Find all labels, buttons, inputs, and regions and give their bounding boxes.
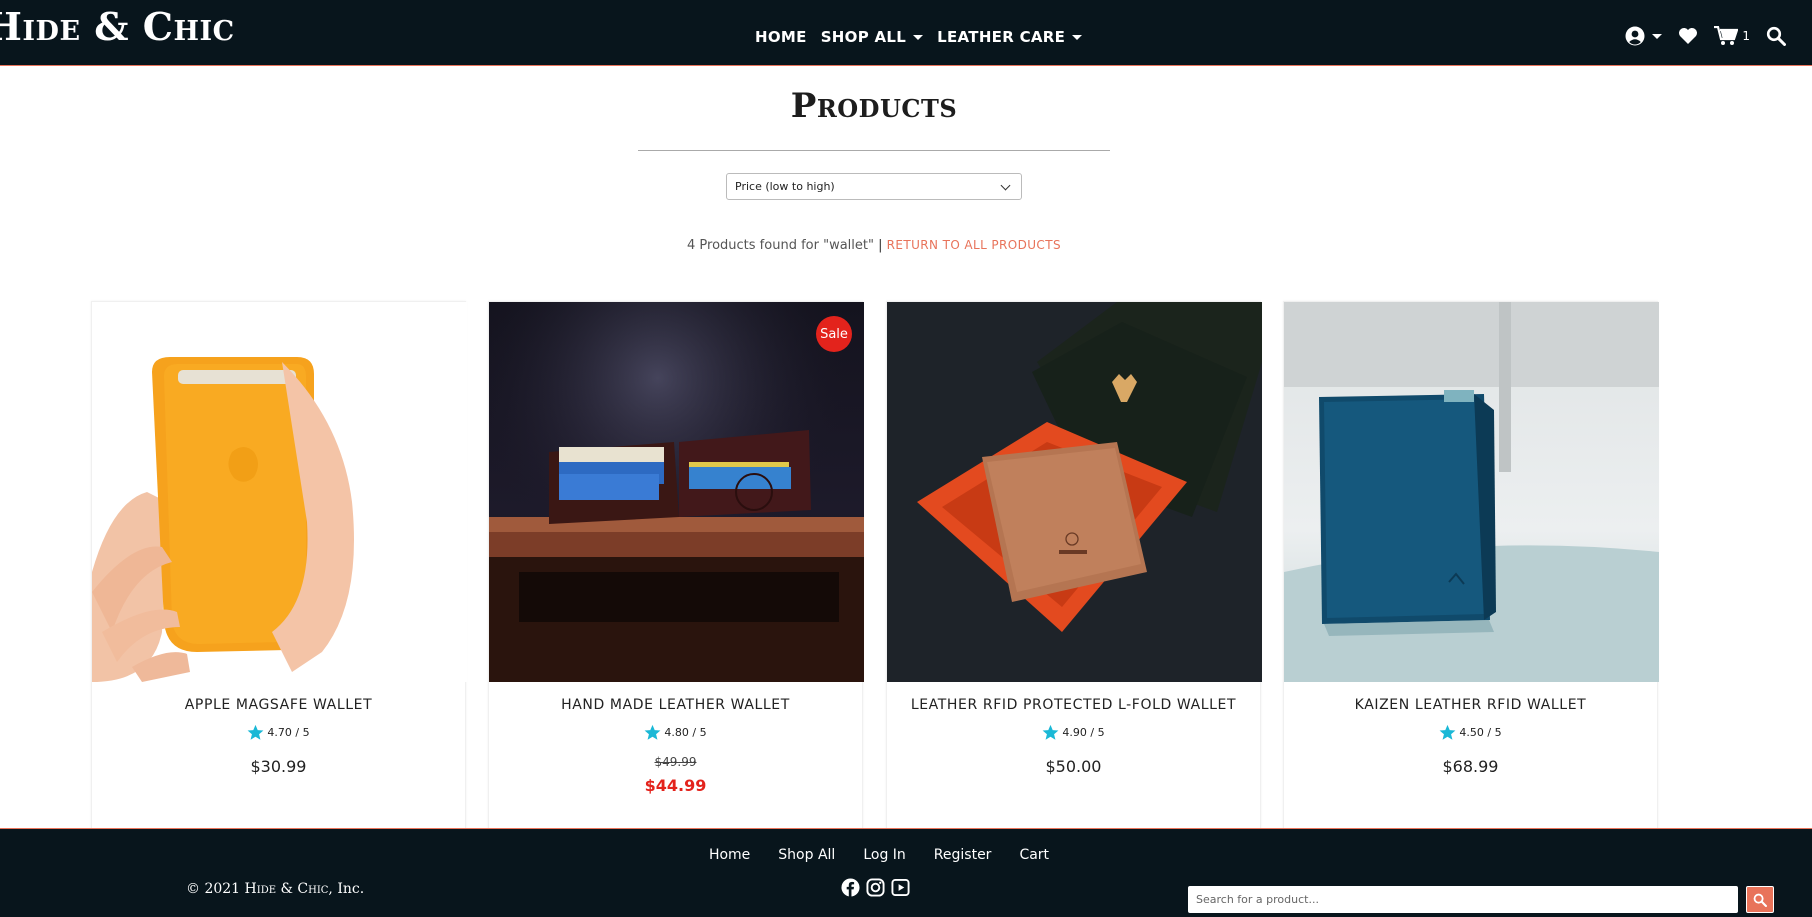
product-image-apple-magsafe-wallet[interactable] (92, 302, 467, 682)
cart-count: 1 (1742, 29, 1750, 43)
nav-shop-all-dropdown[interactable]: SHOP ALL (820, 28, 924, 46)
account-dropdown[interactable] (1625, 26, 1663, 46)
product-rating: 4.50 / 5 (1284, 724, 1657, 741)
product-rating: 4.80 / 5 (489, 724, 862, 741)
search-icon (1766, 26, 1786, 46)
product-price: $68.99 (1442, 757, 1499, 776)
product-card[interactable]: KAIZEN LEATHER RFID WALLET 4.50 / 5 $68.… (1283, 301, 1659, 829)
product-sale-price: $44.99 (644, 776, 707, 795)
product-image-leather-rfid-l-fold-wallet[interactable] (887, 302, 1262, 682)
star-icon (1042, 724, 1059, 740)
nav-leather-care-dropdown[interactable]: LEATHER CARE (937, 28, 1083, 46)
footer-nav: Home Shop All Log In Register Cart (0, 847, 1812, 863)
title-divider (638, 150, 1110, 151)
footer-link-home[interactable]: Home (709, 847, 750, 863)
product-name[interactable]: HAND MADE LEATHER WALLET (489, 697, 862, 713)
product-image-hand-made-leather-wallet[interactable]: Sale (489, 302, 864, 682)
product-card[interactable]: APPLE MAGSAFE WALLET 4.70 / 5 $30.99 (91, 301, 467, 829)
product-image-kaizen-leather-rfid-wallet[interactable] (1284, 302, 1659, 682)
star-icon (1439, 724, 1456, 740)
heart-icon (1679, 28, 1698, 44)
caret-down-icon (1652, 33, 1663, 39)
product-rating-value: 4.50 / 5 (1459, 726, 1502, 739)
social-links (841, 878, 910, 897)
facebook-icon[interactable] (841, 878, 860, 897)
product-name[interactable]: APPLE MAGSAFE WALLET (92, 697, 465, 713)
results-summary: 4 Products found for "wallet" | RETURN T… (0, 238, 1748, 253)
copyright-brand: Hide & Chic (244, 881, 329, 897)
results-separator: | (878, 238, 883, 253)
copyright-prefix: © 2021 (186, 881, 241, 897)
instagram-icon[interactable] (866, 878, 885, 897)
sort-selected-value: Price (low to high) (735, 180, 835, 193)
search-icon (1753, 893, 1767, 907)
star-icon (644, 724, 661, 740)
search-button[interactable] (1766, 26, 1786, 46)
product-rating-value: 4.80 / 5 (664, 726, 707, 739)
footer-link-register[interactable]: Register (934, 847, 992, 863)
nav-shop-all-label: SHOP ALL (820, 28, 907, 46)
product-name[interactable]: LEATHER RFID PROTECTED L-FOLD WALLET (887, 697, 1260, 713)
nav-leather-care-label: LEATHER CARE (937, 28, 1066, 46)
product-rating: 4.70 / 5 (92, 724, 465, 741)
wishlist-button[interactable] (1678, 27, 1698, 45)
nav-home[interactable]: HOME (755, 28, 807, 46)
product-rating-value: 4.70 / 5 (267, 726, 310, 739)
results-count-text: 4 Products found for "wallet" (687, 238, 874, 253)
sort-select[interactable]: Price (low to high) (726, 173, 1022, 200)
star-icon (247, 724, 264, 740)
footer-search-input[interactable] (1188, 886, 1738, 913)
copyright-suffix: , Inc. (328, 881, 365, 897)
page-title: Products (790, 86, 958, 126)
main-nav: HOME SHOP ALL LEATHER CARE (755, 28, 1096, 46)
footer-search-button[interactable] (1746, 886, 1774, 913)
product-card[interactable]: Sale HAND MADE LEATHER WALLET 4.80 / 5 $… (488, 301, 864, 829)
nav-home-label: HOME (755, 28, 807, 46)
footer-link-cart[interactable]: Cart (1019, 847, 1049, 863)
user-icon (1625, 26, 1645, 46)
chevron-down-icon (1000, 180, 1011, 191)
product-card[interactable]: LEATHER RFID PROTECTED L-FOLD WALLET 4.9… (886, 301, 1262, 829)
cart-icon (1714, 26, 1739, 45)
footer-link-shop-all[interactable]: Shop All (778, 847, 835, 863)
copyright: © 2021 Hide & Chic, Inc. (186, 881, 364, 897)
product-rating-value: 4.90 / 5 (1062, 726, 1105, 739)
caret-down-icon (1072, 34, 1083, 40)
product-price: $50.00 (1045, 757, 1102, 776)
cart-button[interactable]: 1 (1714, 26, 1750, 46)
youtube-icon[interactable] (891, 878, 910, 897)
caret-down-icon (913, 34, 924, 40)
product-price: $30.99 (250, 757, 307, 776)
nav-icons: 1 (1625, 26, 1786, 46)
navbar: Hide & Chic HOME SHOP ALL LEATHER CARE 1 (0, 0, 1812, 66)
return-to-all-products-link[interactable]: RETURN TO ALL PRODUCTS (887, 238, 1061, 252)
footer: Home Shop All Log In Register Cart © 202… (0, 828, 1812, 917)
footer-link-log-in[interactable]: Log In (863, 847, 905, 863)
brand-logo[interactable]: Hide & Chic (0, 4, 235, 49)
product-rating: 4.90 / 5 (887, 724, 1260, 741)
product-name[interactable]: KAIZEN LEATHER RFID WALLET (1284, 697, 1657, 713)
product-original-price: $49.99 (654, 755, 697, 769)
sale-badge: Sale (816, 316, 852, 352)
